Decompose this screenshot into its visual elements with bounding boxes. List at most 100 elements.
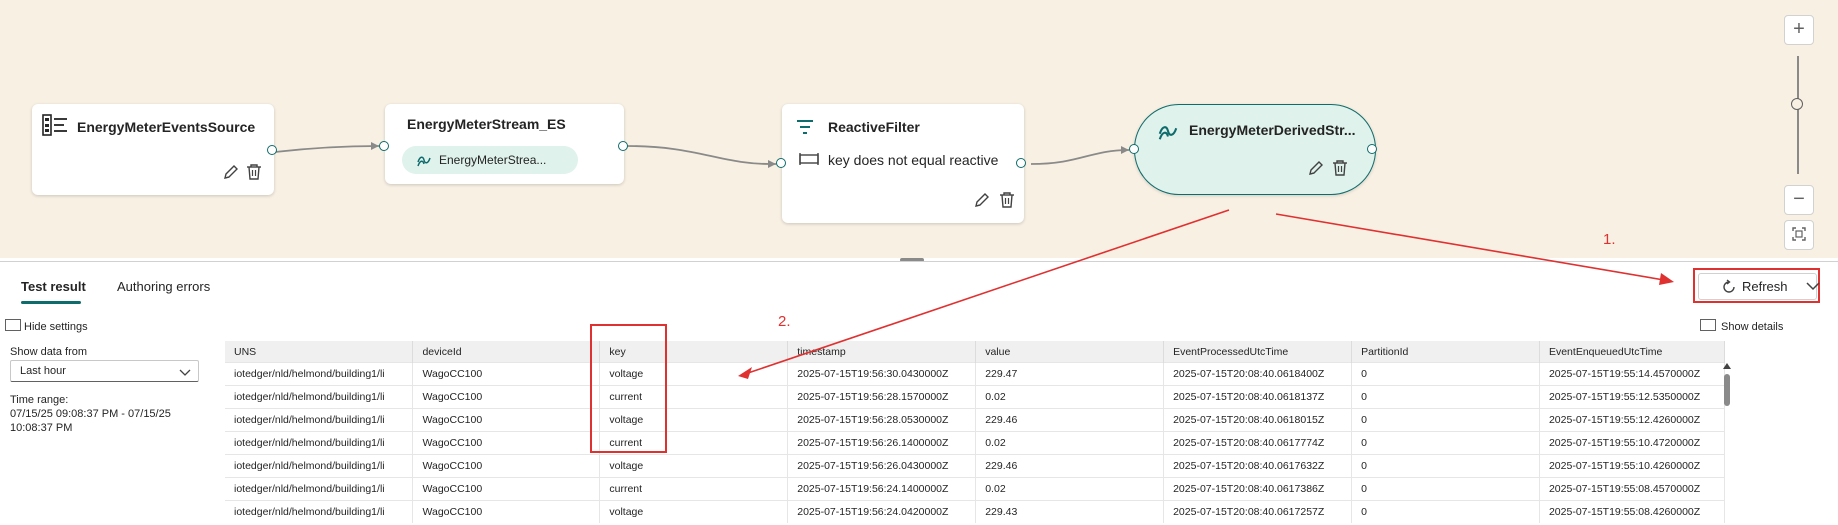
show-details-button[interactable]: Show details [1700, 319, 1783, 333]
column-header-deviceid[interactable]: deviceId [412, 341, 601, 363]
table-row[interactable]: iotedger/nld/helmond/building1/li WagoCC1… [225, 385, 1725, 409]
stream-chip-label: EnergyMeterStrea... [439, 153, 547, 167]
chevron-down-icon [179, 364, 191, 382]
results-table[interactable]: UNS deviceId key timestamp value EventProcess… [225, 341, 1725, 525]
active-tab-indicator [21, 301, 81, 304]
derived-stream-icon [1157, 120, 1179, 147]
table-cell: WagoCC100 [412, 385, 601, 409]
table-row[interactable]: iotedger/nld/helmond/building1/li WagoCC1… [225, 362, 1725, 386]
time-range-label: Time range: [10, 394, 69, 406]
scrollbar-thumb[interactable] [1724, 374, 1730, 406]
zoom-slider[interactable] [1791, 56, 1803, 174]
delete-icon[interactable] [1331, 159, 1349, 177]
edit-icon[interactable] [1307, 159, 1325, 177]
node-stream[interactable]: EnergyMeterStream_ES EnergyMeterStrea... [385, 104, 624, 184]
zoom-in-button[interactable]: + [1784, 15, 1814, 45]
table-cell: 0 [1351, 408, 1540, 432]
panel-icon [5, 319, 21, 331]
table-cell: 229.46 [975, 408, 1165, 432]
column-header-eventprocessedutctime[interactable]: EventProcessedUtcTime [1163, 341, 1353, 363]
table-cell: WagoCC100 [412, 408, 601, 432]
source-output-port[interactable] [267, 145, 277, 155]
derived-input-port[interactable] [1129, 144, 1139, 154]
table-cell: 0 [1351, 500, 1540, 523]
source-title: EnergyMeterEventsSource [77, 119, 256, 135]
refresh-icon [1721, 278, 1737, 295]
refresh-label: Refresh [1742, 279, 1788, 294]
zoom-out-button[interactable]: − [1784, 185, 1814, 215]
table-cell: 0.02 [975, 477, 1165, 501]
table-cell: 229.46 [975, 454, 1165, 478]
table-cell: WagoCC100 [412, 454, 601, 478]
node-source[interactable]: EnergyMeterEventsSource [32, 104, 274, 195]
show-data-from-dropdown[interactable]: Last hour [10, 360, 199, 382]
table-cell: iotedger/nld/helmond/building1/li [225, 385, 414, 409]
time-range-value: 07/15/25 09:08:37 PM - 07/15/25 [10, 408, 171, 420]
table-cell: iotedger/nld/helmond/building1/li [225, 477, 414, 501]
filter-output-port[interactable] [1016, 158, 1026, 168]
table-cell: 2025-07-15T20:08:40.0617386Z [1163, 477, 1353, 501]
hide-settings-button[interactable]: Hide settings [5, 319, 88, 333]
derived-output-port[interactable] [1367, 144, 1377, 154]
fit-view-button[interactable] [1784, 220, 1814, 250]
filter-icon [796, 119, 814, 140]
table-cell: iotedger/nld/helmond/building1/li [225, 500, 414, 523]
details-icon [1700, 319, 1716, 331]
table-row[interactable]: iotedger/nld/helmond/building1/li WagoCC1… [225, 500, 1725, 523]
stream-output-port[interactable] [618, 141, 628, 151]
filter-input-port[interactable] [776, 158, 786, 168]
table-cell: 2025-07-15T20:08:40.0618400Z [1163, 362, 1353, 386]
tab-authoring-errors[interactable]: Authoring errors [117, 279, 210, 294]
zoom-slider-thumb[interactable] [1791, 98, 1803, 110]
table-cell: 2025-07-15T20:08:40.0617257Z [1163, 500, 1353, 523]
table-cell: 2025-07-15T19:55:14.4570000Z [1539, 362, 1725, 386]
edit-icon[interactable] [973, 191, 991, 209]
table-cell: 2025-07-15T19:56:26.1400000Z [787, 431, 977, 455]
column-header-timestamp[interactable]: timestamp [787, 341, 977, 363]
table-cell: WagoCC100 [412, 500, 601, 523]
table-row[interactable]: iotedger/nld/helmond/building1/li WagoCC1… [225, 408, 1725, 432]
column-header-value[interactable]: value [975, 341, 1165, 363]
table-cell: 229.47 [975, 362, 1165, 386]
stream-title: EnergyMeterStream_ES [407, 116, 566, 132]
node-filter[interactable]: ReactiveFilter key does not equal reacti… [782, 104, 1024, 223]
table-cell: iotedger/nld/helmond/building1/li [225, 408, 414, 432]
table-cell: 2025-07-15T19:55:12.5350000Z [1539, 385, 1725, 409]
tab-test-result[interactable]: Test result [21, 279, 86, 294]
table-cell: 229.43 [975, 500, 1165, 523]
refresh-highlight: Refresh [1693, 268, 1820, 303]
stream-input-port[interactable] [379, 141, 389, 151]
stream-chip[interactable]: EnergyMeterStrea... [402, 146, 578, 174]
table-scrollbar[interactable] [1722, 362, 1732, 525]
dropdown-value: Last hour [20, 365, 66, 377]
refresh-button[interactable]: Refresh [1698, 273, 1820, 300]
delete-icon[interactable] [245, 163, 263, 181]
table-cell: 2025-07-15T19:56:30.0430000Z [787, 362, 977, 386]
condition-icon [799, 152, 819, 170]
table-row[interactable]: iotedger/nld/helmond/building1/li WagoCC1… [225, 454, 1725, 478]
table-cell: voltage [599, 454, 789, 478]
table-row[interactable]: iotedger/nld/helmond/building1/li WagoCC1… [225, 477, 1725, 501]
table-cell: 0.02 [975, 431, 1165, 455]
delete-icon[interactable] [998, 191, 1016, 209]
table-cell: iotedger/nld/helmond/building1/li [225, 431, 414, 455]
scroll-up-icon[interactable] [1722, 362, 1732, 370]
filter-title: ReactiveFilter [828, 119, 920, 135]
table-cell: 2025-07-15T19:55:12.4260000Z [1539, 408, 1725, 432]
show-details-label: Show details [1721, 321, 1784, 333]
column-header-uns[interactable]: UNS [225, 341, 414, 363]
table-cell: 0 [1351, 454, 1540, 478]
node-derived-stream[interactable]: EnergyMeterDerivedStr... [1134, 104, 1376, 195]
table-row[interactable]: iotedger/nld/helmond/building1/li WagoCC1… [225, 431, 1725, 455]
column-header-eventenqueuedutctime[interactable]: EventEnqueuedUtcTime [1539, 341, 1725, 363]
edit-icon[interactable] [222, 163, 240, 181]
table-cell: 2025-07-15T20:08:40.0617632Z [1163, 454, 1353, 478]
annotation-step-2: 2. [778, 313, 791, 330]
chevron-down-icon[interactable] [1806, 279, 1820, 294]
table-cell: 2025-07-15T19:56:26.0430000Z [787, 454, 977, 478]
stream-canvas[interactable]: EnergyMeterEventsSource EnergyMeterStrea… [0, 0, 1838, 258]
stream-icon [416, 152, 432, 171]
table-cell: iotedger/nld/helmond/building1/li [225, 362, 414, 386]
column-header-partitionid[interactable]: PartitionId [1351, 341, 1540, 363]
test-result-panel: Test result Authoring errors Refresh Hid… [0, 261, 1838, 525]
